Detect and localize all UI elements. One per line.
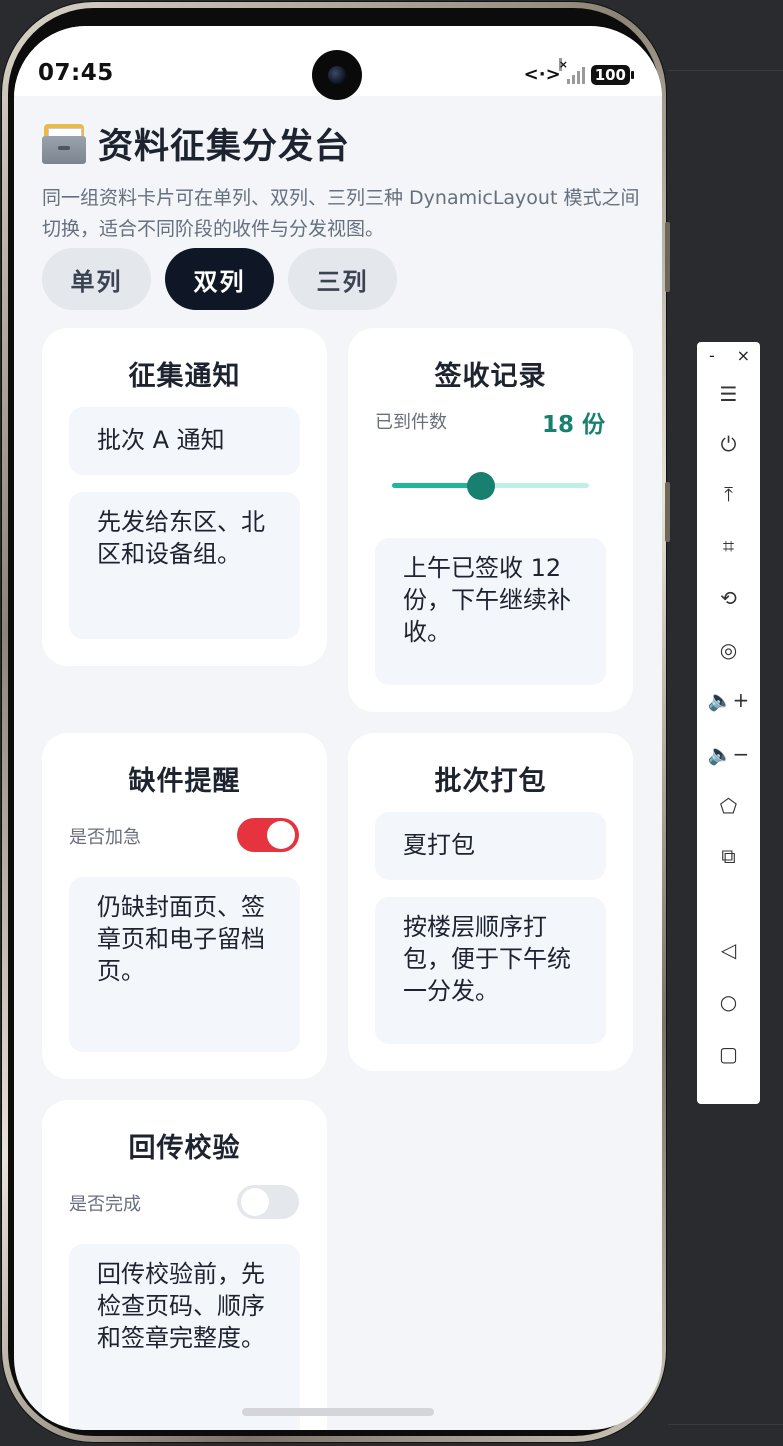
desktop-divider-top [668,70,783,71]
signal-icon: × [558,57,585,84]
volume-button [665,222,670,292]
notice-batch-value: 批次 A 通知 [97,426,225,454]
close-button[interactable]: × [737,346,750,365]
completed-label: 是否完成 [69,1194,141,1215]
slider-thumb[interactable] [466,472,495,500]
shake-icon[interactable]: ⬠ [697,794,760,818]
urgent-toggle[interactable] [237,818,299,852]
battery-icon: 100 [590,64,634,85]
crop-icon[interactable]: ⌗ [697,534,760,558]
tab-triple-column[interactable]: 三列 [288,248,397,310]
verify-note-text: 回传校验前，先检查页码、顺序和签章完整度。 [97,1260,265,1352]
phone-frame: 07:45 <·> × 100 资料征集分发台 同一组资料卡片可在单列、双列、三… [2,2,670,1442]
status-time: 07:45 [38,60,114,86]
front-camera [312,50,362,100]
packing-name-value: 夏打包 [403,831,475,859]
tab-double-column[interactable]: 双列 [165,248,274,310]
page-header: 资料征集分发台 同一组资料卡片可在单列、双列、三列三种 DynamicLayou… [42,118,642,245]
urgent-label: 是否加急 [69,827,141,848]
layout-mode-tabs: 单列 双列 三列 [42,248,397,310]
pin-top-icon[interactable]: ⤒ [697,482,760,506]
received-count-slider[interactable] [392,471,589,501]
receipt-note-text: 上午已签收 12 份，下午继续补收。 [403,554,571,646]
card-title: 回传校验 [128,1133,241,1164]
network-icon: <·> [523,64,561,85]
file-cabinet-icon [42,123,86,164]
tab-single-column[interactable]: 单列 [42,248,151,310]
received-count-label: 已到件数 [375,412,447,433]
card-missing: 缺件提醒 是否加急 仍缺封面页、签章页和电子留档页。 [42,733,327,1079]
back-icon[interactable]: ◁ [697,938,760,962]
volume-up-icon[interactable]: 🔈+ [697,688,760,712]
page-subtitle: 同一组资料卡片可在单列、双列、三列三种 DynamicLayout 模式之间切换… [42,187,640,240]
page-title: 资料征集分发台 [98,127,351,167]
no-signal-mark: × [558,57,568,71]
multi-device-icon[interactable]: ⧉ [697,844,760,868]
card-title: 批次打包 [434,766,547,797]
card-title: 签收记录 [434,361,547,392]
recents-icon[interactable]: ▢ [697,1042,760,1066]
card-verify: 回传校验 是否完成 回传校验前，先检查页码、顺序和签章完整度。 [42,1100,327,1430]
notice-note-text: 先发给东区、北区和设备组。 [97,508,265,568]
battery-level: 100 [590,64,630,85]
card-packing: 批次打包 夏打包 按楼层顺序打包，便于下午统一分发。 [348,733,633,1071]
card-receipt: 签收记录 已到件数 18 份 上午已签收 12 份，下午继续补收。 [348,328,633,712]
packing-name-field[interactable]: 夏打包 [375,812,606,880]
card-title: 缺件提醒 [128,766,241,797]
power-icon[interactable]: ⏻ [697,432,760,456]
verify-note-field[interactable]: 回传校验前，先检查页码、顺序和签章完整度。 [69,1244,300,1430]
minimize-button[interactable]: - [709,346,715,365]
emulator-toolbar: - × ☰ ⏻ ⤒ ⌗ ⟲ ◎ 🔈+ 🔈− ⬠ ⧉ ◁ ○ ▢ [697,342,760,1104]
status-icons: <·> × 100 [523,57,634,85]
volume-down-icon[interactable]: 🔈− [697,742,760,766]
receipt-note-field[interactable]: 上午已签收 12 份，下午继续补收。 [375,538,606,685]
notice-batch-field[interactable]: 批次 A 通知 [69,407,300,475]
notice-note-field[interactable]: 先发给东区、北区和设备组。 [69,492,300,639]
packing-note-text: 按楼层顺序打包，便于下午统一分发。 [403,913,571,1005]
received-count-value: 18 份 [541,412,605,438]
packing-note-field[interactable]: 按楼层顺序打包，便于下午统一分发。 [375,897,606,1044]
home-indicator[interactable] [242,1408,434,1416]
home-icon[interactable]: ○ [697,990,760,1014]
rotate-icon[interactable]: ⟲ [697,586,760,610]
card-title: 征集通知 [128,361,241,392]
power-button [665,482,670,542]
phone-screen: 07:45 <·> × 100 资料征集分发台 同一组资料卡片可在单列、双列、三… [14,26,662,1430]
missing-note-field[interactable]: 仍缺封面页、签章页和电子留档页。 [69,877,300,1052]
desktop-divider-bottom [668,1424,783,1425]
status-bar: 07:45 <·> × 100 [14,26,662,100]
completed-toggle[interactable] [237,1185,299,1219]
missing-note-text: 仍缺封面页、签章页和电子留档页。 [97,893,265,985]
menu-icon[interactable]: ☰ [697,382,760,406]
card-notice: 征集通知 批次 A 通知 先发给东区、北区和设备组。 [42,328,327,666]
screenshot-icon[interactable]: ◎ [697,638,760,662]
